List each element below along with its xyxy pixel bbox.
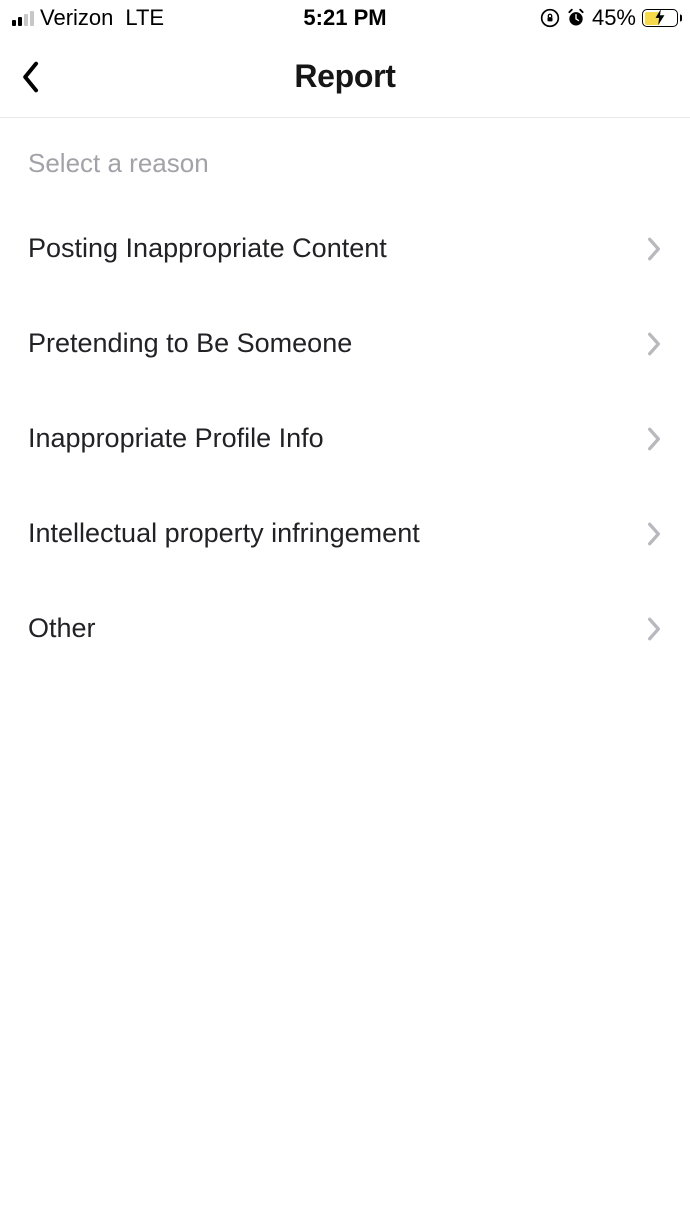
- list-item-label: Pretending to Be Someone: [28, 328, 352, 359]
- reason-pretending-to-be-someone[interactable]: Pretending to Be Someone: [28, 296, 662, 391]
- chevron-right-icon: [646, 236, 662, 262]
- chevron-right-icon: [646, 331, 662, 357]
- chevron-right-icon: [646, 521, 662, 547]
- network-label: LTE: [125, 5, 164, 31]
- signal-strength-icon: [12, 10, 34, 26]
- reason-inappropriate-profile-info[interactable]: Inappropriate Profile Info: [28, 391, 662, 486]
- carrier-label: Verizon: [40, 5, 113, 31]
- alarm-icon: [566, 8, 586, 28]
- battery-percent-label: 45%: [592, 5, 636, 31]
- orientation-lock-icon: [540, 8, 560, 28]
- reason-list: Posting Inappropriate Content Pretending…: [28, 201, 662, 676]
- page-title: Report: [294, 58, 395, 95]
- chevron-right-icon: [646, 616, 662, 642]
- status-bar: Verizon LTE 5:21 PM 45%: [0, 0, 690, 36]
- status-left: Verizon LTE: [12, 5, 164, 31]
- section-label: Select a reason: [28, 148, 662, 179]
- list-item-label: Other: [28, 613, 96, 644]
- reason-other[interactable]: Other: [28, 581, 662, 676]
- chevron-left-icon: [18, 60, 42, 94]
- list-item-label: Posting Inappropriate Content: [28, 233, 387, 264]
- reason-intellectual-property-infringement[interactable]: Intellectual property infringement: [28, 486, 662, 581]
- reason-posting-inappropriate-content[interactable]: Posting Inappropriate Content: [28, 201, 662, 296]
- status-right: 45%: [540, 5, 678, 31]
- list-item-label: Intellectual property infringement: [28, 518, 420, 549]
- list-item-label: Inappropriate Profile Info: [28, 423, 324, 454]
- chevron-right-icon: [646, 426, 662, 452]
- battery-icon: [642, 9, 678, 27]
- back-button[interactable]: [18, 57, 58, 97]
- status-time: 5:21 PM: [303, 5, 386, 31]
- nav-header: Report: [0, 36, 690, 118]
- content: Select a reason Posting Inappropriate Co…: [0, 118, 690, 676]
